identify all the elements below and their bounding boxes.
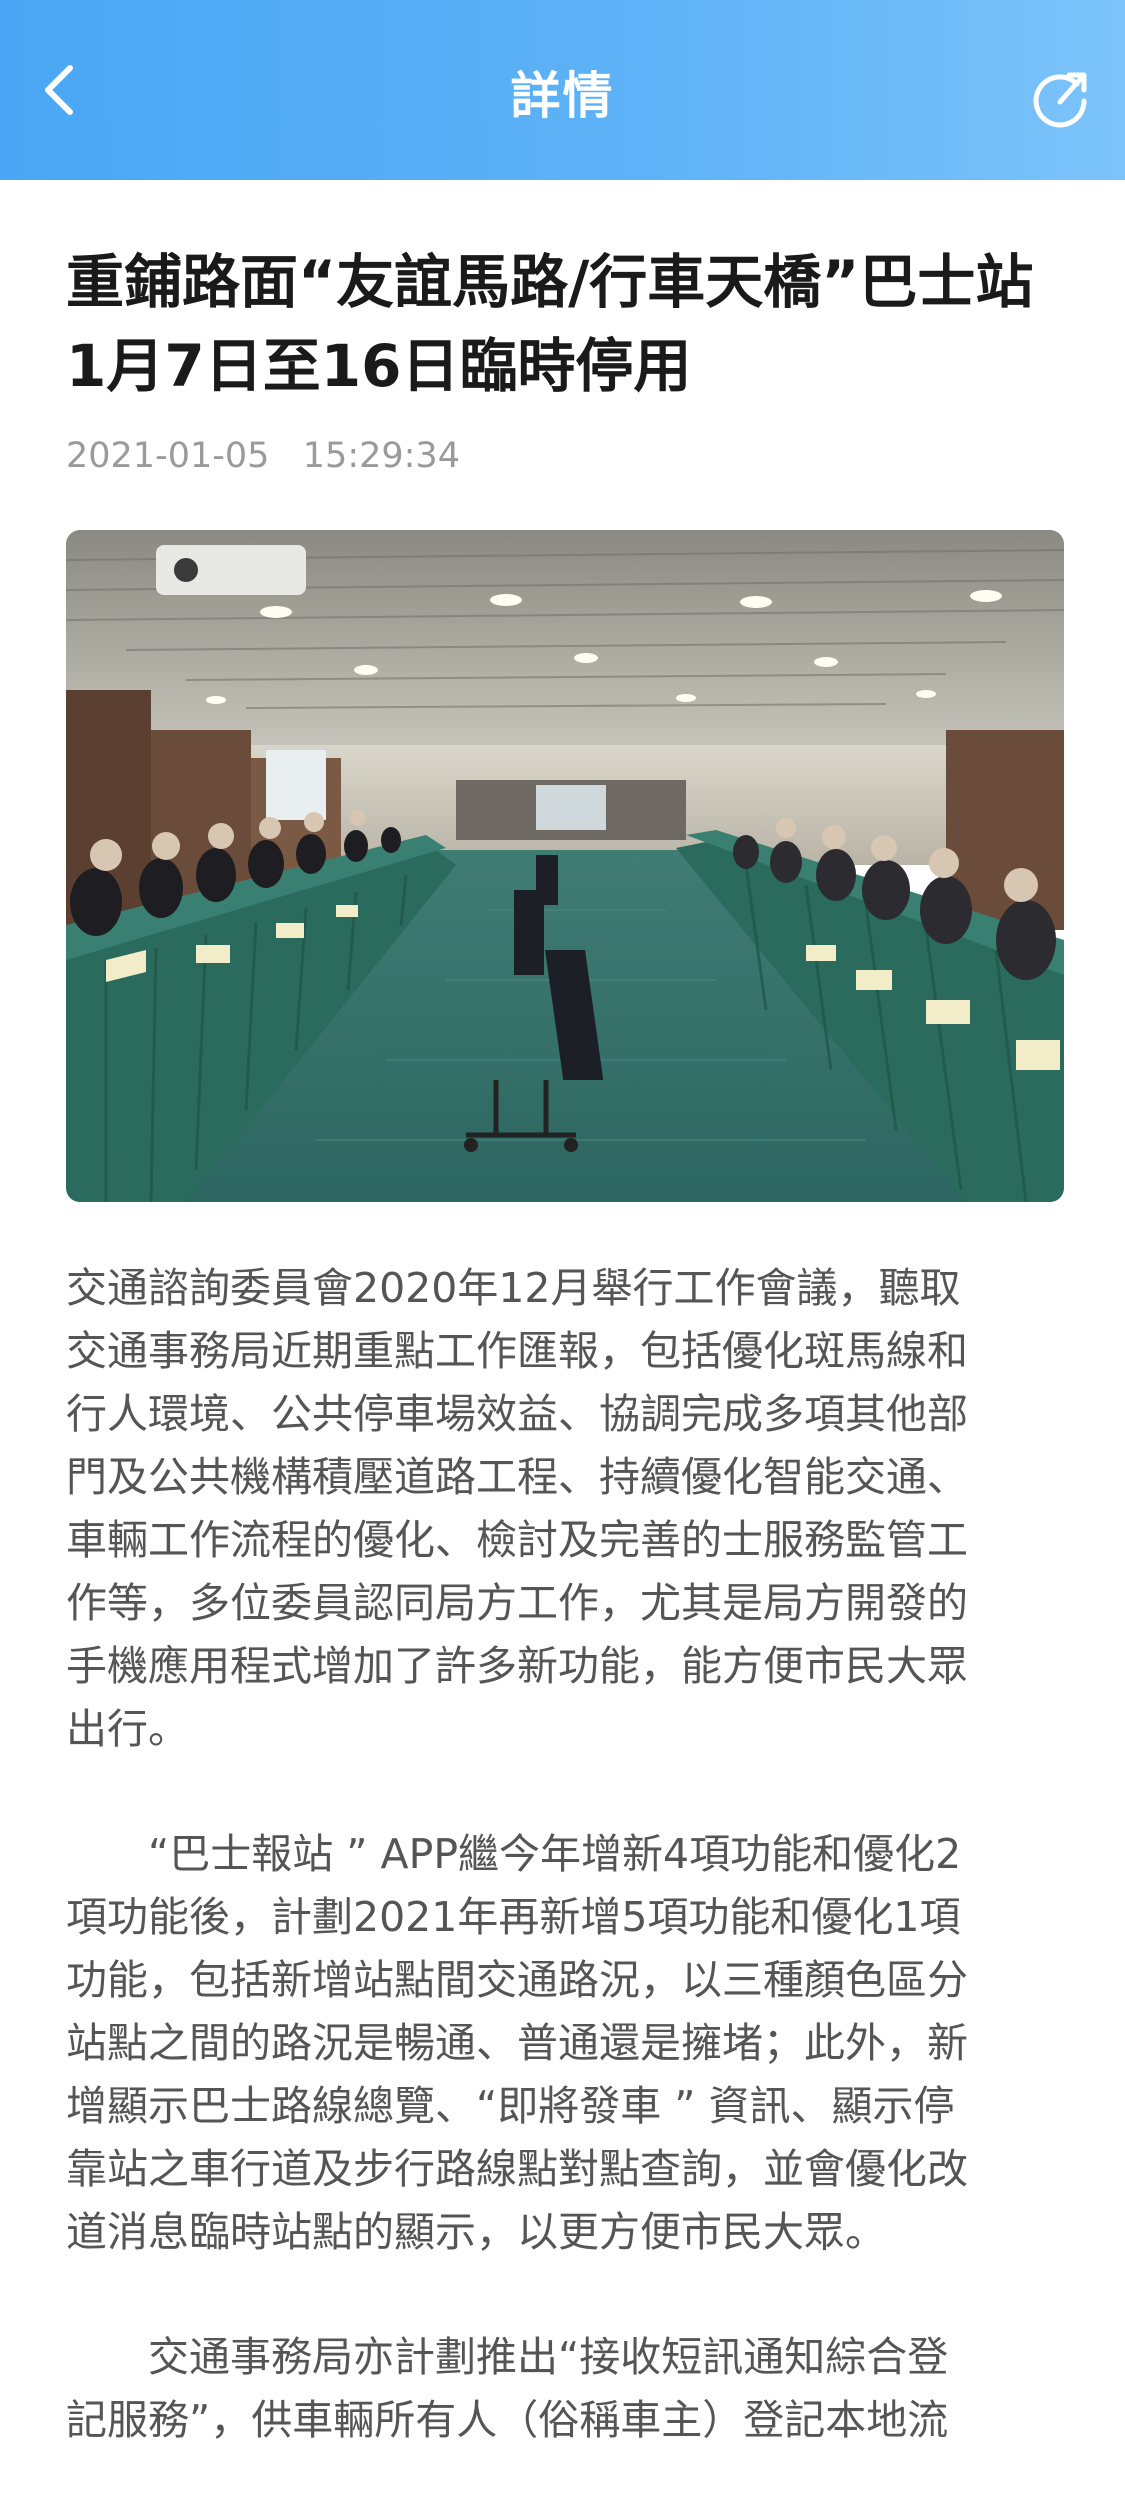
article-paragraph: 交通事務局亦計劃推出“接收短訊通知綜合登 記服務”，供車輛所有人（俗稱車主）登記… [66,2333,949,2444]
article-paragraph: 交通諮詢委員會2020年12月舉行工作會議，聽取 交通事務局近期重點工作匯報，包… [66,1264,968,1753]
share-button[interactable] [1025,62,1095,132]
article-timestamp: 2021-01-05 15:29:34 [66,436,460,476]
article-paragraph: “巴士報站 ” APP繼今年增新4項功能和優化2 項功能後，計劃2021年再新增… [66,1830,968,2256]
navigation-bar: 詳情 [0,0,1125,180]
article-container: 重鋪路面“友誼馬路/行車天橋”巴士站 1月7日至16日臨時停用 2021-01-… [66,240,1064,2514]
page-title: 詳情 [510,67,615,125]
article-body: 交通諮詢委員會2020年12月舉行工作會議，聽取 交通事務局近期重點工作匯報，包… [66,1257,1064,2452]
article-photo[interactable] [66,530,1064,1202]
article-title: 重鋪路面“友誼馬路/行車天橋”巴士站 1月7日至16日臨時停用 [66,248,1034,400]
share-icon [1033,72,1087,128]
